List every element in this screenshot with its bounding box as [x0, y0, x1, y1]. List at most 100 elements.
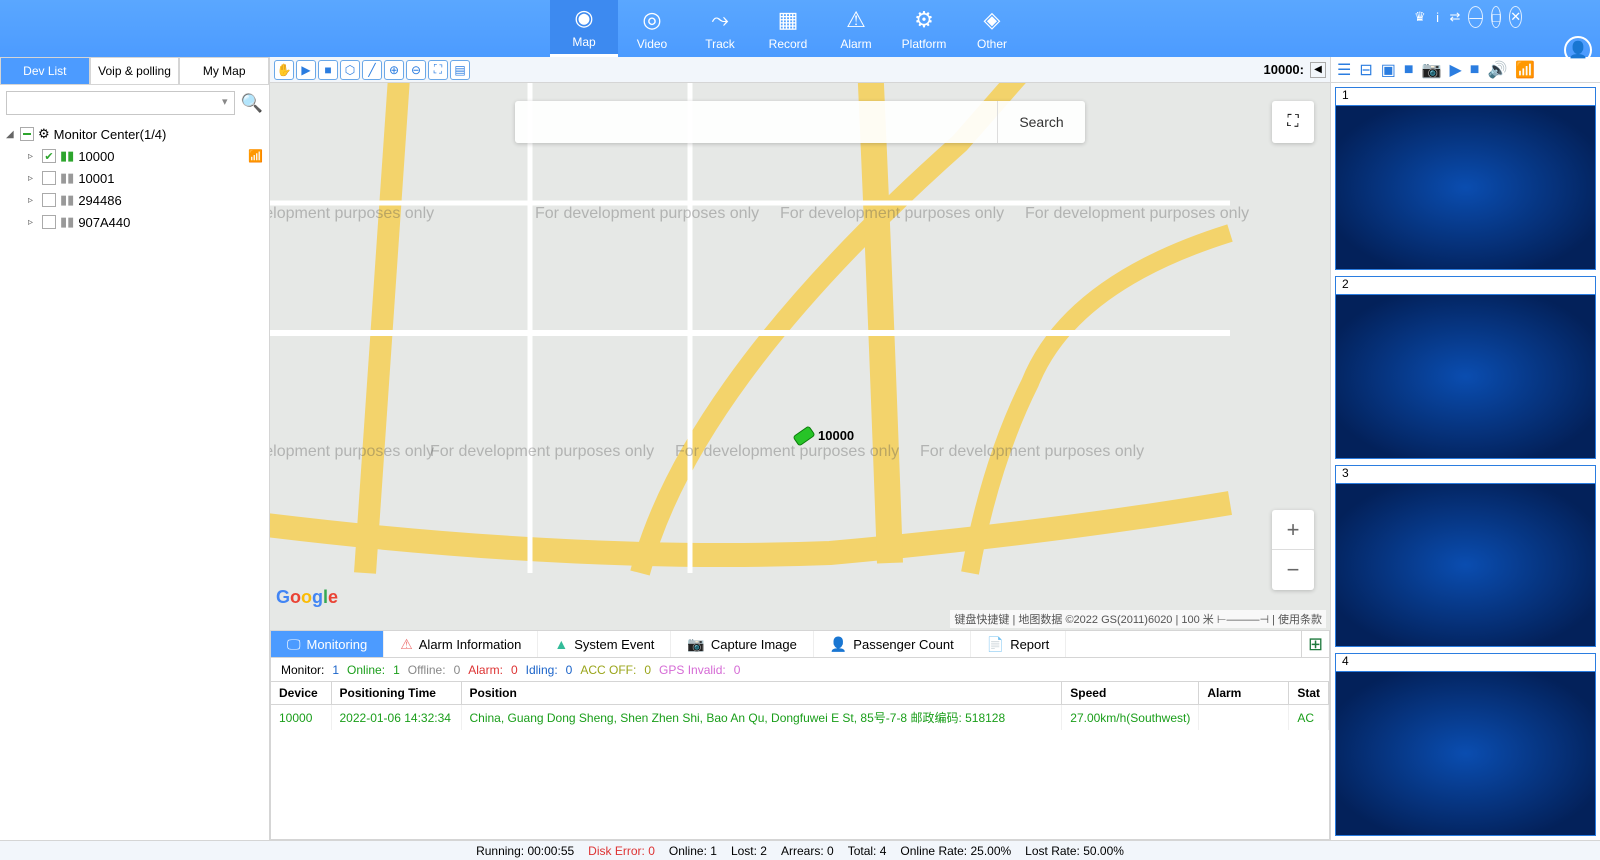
expand-icon[interactable]: ▹ — [28, 173, 38, 184]
map-canvas[interactable]: For development purposes only For develo… — [270, 83, 1330, 630]
user-avatar[interactable]: 👤 — [1564, 36, 1592, 64]
stat-value: 0 — [648, 844, 655, 858]
fit-tool-icon[interactable]: ⛶ — [428, 60, 448, 80]
checkbox[interactable]: ✔ — [42, 149, 56, 163]
device-search-combo[interactable] — [6, 91, 235, 115]
stat-label: Running: — [476, 844, 524, 858]
stat-label: Total: — [848, 844, 877, 858]
expand-icon[interactable]: ▹ — [28, 195, 38, 206]
grid-icon[interactable]: ⊟ — [1359, 60, 1372, 80]
checkbox[interactable] — [20, 127, 34, 141]
camera-slot[interactable]: 3 — [1335, 465, 1596, 648]
col-device[interactable]: Device — [271, 682, 331, 705]
tab-alarm-info[interactable]: ⚠Alarm Information — [384, 631, 538, 657]
col-status[interactable]: Stat — [1289, 682, 1329, 705]
expand-icon[interactable]: ▹ — [28, 151, 38, 162]
stat-value: 0 — [511, 663, 518, 677]
layout1-icon[interactable]: ▣ — [1381, 60, 1396, 80]
tree-device[interactable]: ▹ ▮▮ 907A440 — [6, 211, 263, 233]
monitor-table[interactable]: Device Positioning Time Position Speed A… — [270, 682, 1330, 840]
skin-icon[interactable]: ♛ — [1414, 6, 1426, 28]
checkbox[interactable] — [42, 193, 56, 207]
hand-tool-icon[interactable]: ✋ — [274, 60, 294, 80]
camera-slot[interactable]: 1 — [1335, 87, 1596, 270]
sync-icon[interactable]: ⇄ — [1449, 6, 1460, 28]
panel-collapse-icon[interactable]: ◀ — [1310, 62, 1326, 78]
nav-map[interactable]: ◉Map — [550, 0, 618, 57]
signal-icon[interactable]: 📶 — [1515, 60, 1535, 80]
checkbox[interactable] — [42, 215, 56, 229]
nav-alarm[interactable]: ⚠Alarm — [822, 0, 890, 57]
tab-label: Capture Image — [711, 637, 797, 652]
checkbox[interactable] — [42, 171, 56, 185]
nav-label: Other — [977, 37, 1007, 51]
zoom-in-icon[interactable]: ⊕ — [384, 60, 404, 80]
close-button[interactable]: ✕ — [1509, 6, 1522, 28]
tab-report[interactable]: 📄Report — [971, 631, 1066, 657]
tree-device[interactable]: ▹ ▮▮ 10001 — [6, 167, 263, 189]
tab-capture-image[interactable]: 📷Capture Image — [671, 631, 813, 657]
maximize-button[interactable]: □ — [1491, 6, 1501, 28]
line-tool-icon[interactable]: ╱ — [362, 60, 382, 80]
map-attribution[interactable]: 键盘快捷键 | 地图数据 ©2022 GS(2011)6020 | 100 米 … — [950, 610, 1326, 628]
tree-root[interactable]: ◢ ⚙ Monitor Center(1/4) — [6, 123, 263, 145]
snapshot-icon[interactable]: 📷 — [1422, 60, 1442, 80]
polygon-tool-icon[interactable]: ⬡ — [340, 60, 360, 80]
layers-tool-icon[interactable]: ▤ — [450, 60, 470, 80]
nav-video[interactable]: ◎Video — [618, 0, 686, 57]
car-icon — [792, 425, 815, 446]
zoom-in-button[interactable]: + — [1272, 510, 1314, 550]
main-nav: ◉Map ◎Video ⤳Track ▦Record ⚠Alarm ⚙Platf… — [550, 0, 1026, 57]
play-icon[interactable]: ▶ — [1449, 60, 1461, 80]
sound-icon[interactable]: 🔊 — [1487, 60, 1507, 80]
stop-icon[interactable]: ■ — [1470, 61, 1480, 79]
rect-tool-icon[interactable]: ■ — [318, 60, 338, 80]
layout2-icon[interactable]: ■ — [1404, 61, 1414, 79]
gear-icon: ⚙ — [38, 126, 50, 142]
nav-other[interactable]: ◈ Other — [958, 0, 1026, 57]
dev-watermark: For development purposes only — [270, 205, 434, 223]
search-icon[interactable]: 🔍 — [241, 93, 263, 114]
device-id: 10000 — [78, 149, 114, 164]
nav-record[interactable]: ▦Record — [754, 0, 822, 57]
map-search-button[interactable]: Search — [997, 101, 1085, 143]
list-icon[interactable]: ☰ — [1337, 60, 1351, 80]
stat-value: 0 — [734, 663, 741, 677]
map-search-input[interactable] — [515, 101, 997, 143]
minimize-button[interactable]: — — [1468, 6, 1483, 28]
zoom-out-icon[interactable]: ⊖ — [406, 60, 426, 80]
tab-passenger-count[interactable]: 👤Passenger Count — [814, 631, 971, 657]
nav-platform[interactable]: ⚙Platform — [890, 0, 958, 57]
dev-watermark: For development purposes only — [1025, 205, 1249, 223]
flag-tool-icon[interactable]: ▶ — [296, 60, 316, 80]
col-speed[interactable]: Speed — [1062, 682, 1199, 705]
camera-toolbar: ☰ ⊟ ▣ ■ 📷 ▶ ■ 🔊 📶 — [1331, 57, 1600, 83]
col-time[interactable]: Positioning Time — [331, 682, 461, 705]
tab-monitoring[interactable]: 🖵Monitoring — [271, 631, 384, 657]
status-bar: Running: 00:00:55 Disk Error: 0 Online: … — [0, 840, 1600, 860]
google-logo: Google — [276, 587, 338, 608]
collapse-icon[interactable]: ◢ — [6, 129, 16, 140]
tree-device[interactable]: ▹ ✔ ▮▮ 10000 📶 — [6, 145, 263, 167]
col-position[interactable]: Position — [461, 682, 1062, 705]
tab-dev-list[interactable]: Dev List — [0, 57, 90, 84]
expand-icon[interactable]: ▹ — [28, 217, 38, 228]
tab-system-event[interactable]: ▲System Event — [538, 631, 671, 657]
col-alarm[interactable]: Alarm — [1199, 682, 1289, 705]
cube-icon: ◈ — [984, 7, 1001, 33]
tab-voip-polling[interactable]: Voip & polling — [90, 57, 180, 84]
export-excel-icon[interactable]: ⊞ — [1301, 631, 1329, 657]
fullscreen-icon[interactable]: ⛶ — [1272, 101, 1314, 143]
nav-label: Record — [769, 37, 808, 51]
info-icon[interactable]: i — [1434, 6, 1442, 28]
stat-label: GPS Invalid: — [659, 663, 726, 677]
tab-my-map[interactable]: My Map — [179, 57, 269, 84]
zoom-out-button[interactable]: − — [1272, 550, 1314, 590]
vehicle-marker[interactable]: 10000 — [794, 428, 854, 443]
camera-slot[interactable]: 2 — [1335, 276, 1596, 459]
nav-track[interactable]: ⤳Track — [686, 0, 754, 57]
table-row[interactable]: 10000 2022-01-06 14:32:34 China, Guang D… — [271, 705, 1329, 731]
tree-device[interactable]: ▹ ▮▮ 294486 — [6, 189, 263, 211]
camera-slot[interactable]: 4 — [1335, 653, 1596, 836]
title-bar: ◉Map ◎Video ⤳Track ▦Record ⚠Alarm ⚙Platf… — [0, 0, 1600, 57]
